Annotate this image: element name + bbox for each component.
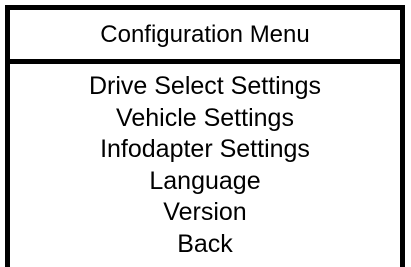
menu-item-drive-select-settings[interactable]: Drive Select Settings (10, 71, 400, 103)
menu-item-language[interactable]: Language (10, 166, 400, 198)
configuration-menu: Configuration Menu Drive Select Settings… (5, 5, 405, 267)
menu-title: Configuration Menu (10, 10, 400, 64)
menu-item-back[interactable]: Back (10, 229, 400, 261)
menu-item-infodapter-settings[interactable]: Infodapter Settings (10, 134, 400, 166)
menu-item-vehicle-settings[interactable]: Vehicle Settings (10, 103, 400, 135)
menu-item-version[interactable]: Version (10, 197, 400, 229)
menu-list: Drive Select Settings Vehicle Settings I… (10, 71, 400, 260)
